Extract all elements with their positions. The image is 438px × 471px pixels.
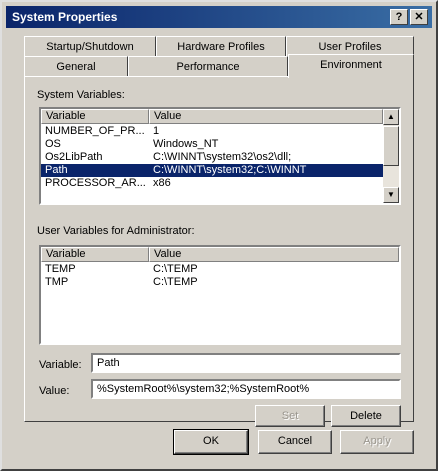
environment-panel: System Variables: Variable Value NUMBER_…	[24, 76, 414, 427]
window-title: System Properties	[12, 10, 118, 24]
system-variables-list[interactable]: Variable Value NUMBER_OF_PR... 1 OS Wind…	[39, 107, 401, 205]
value-cell: 1	[153, 125, 160, 137]
tab-performance[interactable]: Performance	[128, 56, 288, 78]
list-item[interactable]: OS Windows_NT	[41, 138, 383, 151]
system-vars-scrollbar[interactable]: ▲ ▼	[383, 109, 399, 203]
list-item[interactable]: TEMP C:\TEMP	[41, 263, 399, 276]
variable-cell: NUMBER_OF_PR...	[45, 125, 145, 137]
list-item[interactable]: PROCESSOR_AR... x86	[41, 177, 383, 190]
apply-button[interactable]: Apply	[340, 430, 414, 454]
variable-cell: Path	[45, 164, 68, 176]
tab-startup-shutdown[interactable]: Startup/Shutdown	[24, 36, 156, 58]
user-col-variable-header[interactable]: Variable	[41, 247, 149, 262]
list-item[interactable]: NUMBER_OF_PR... 1	[41, 125, 383, 138]
scroll-thumb[interactable]	[383, 126, 399, 166]
user-variables-heading: User Variables for Administrator:	[37, 225, 195, 237]
list-item[interactable]: TMP C:\TEMP	[41, 276, 399, 289]
system-properties-window: System Properties ? ✕ Startup/Shutdown H…	[0, 0, 438, 471]
value-field[interactable]: %SystemRoot%\system32;%SystemRoot%	[91, 379, 401, 399]
variable-label: Variable:	[39, 359, 82, 371]
value-cell: C:\TEMP	[153, 276, 198, 288]
variable-cell: Os2LibPath	[45, 151, 103, 163]
tab-hardware-profiles[interactable]: Hardware Profiles	[156, 36, 286, 58]
scroll-up-arrow-icon[interactable]: ▲	[383, 109, 399, 125]
system-col-variable-header[interactable]: Variable	[41, 109, 149, 124]
value-cell: C:\WINNT\system32\os2\dll;	[153, 151, 292, 163]
close-button[interactable]: ✕	[410, 9, 428, 25]
value-cell: C:\WINNT\system32;C:\WINNT	[153, 164, 307, 176]
variable-field[interactable]: Path	[91, 353, 401, 373]
list-item[interactable]: Os2LibPath C:\WINNT\system32\os2\dll;	[41, 151, 383, 164]
value-label: Value:	[39, 385, 70, 397]
tab-general[interactable]: General	[24, 56, 128, 78]
ok-button[interactable]: OK	[173, 429, 249, 455]
value-cell: x86	[153, 177, 171, 189]
value-cell: Windows_NT	[153, 138, 219, 150]
set-button[interactable]: Set	[255, 405, 325, 427]
variable-cell: TMP	[45, 276, 69, 288]
user-col-value-header[interactable]: Value	[149, 247, 399, 262]
user-variables-list[interactable]: Variable Value TEMP C:\TEMP TMP C:\TEMP	[39, 245, 401, 345]
list-item-selected[interactable]: Path C:\WINNT\system32;C:\WINNT	[41, 164, 383, 177]
tab-environment[interactable]: Environment	[288, 54, 414, 78]
help-button[interactable]: ?	[390, 9, 408, 25]
scroll-down-arrow-icon[interactable]: ▼	[383, 187, 399, 203]
variable-cell: TEMP	[45, 263, 76, 275]
title-bar[interactable]: System Properties ? ✕	[6, 6, 432, 28]
variable-cell: PROCESSOR_AR...	[45, 177, 146, 189]
value-cell: C:\TEMP	[153, 263, 198, 275]
cancel-button[interactable]: Cancel	[258, 430, 332, 454]
system-col-value-header[interactable]: Value	[149, 109, 383, 124]
variable-cell: OS	[45, 138, 61, 150]
system-variables-heading: System Variables:	[37, 89, 125, 101]
delete-button[interactable]: Delete	[331, 405, 401, 427]
